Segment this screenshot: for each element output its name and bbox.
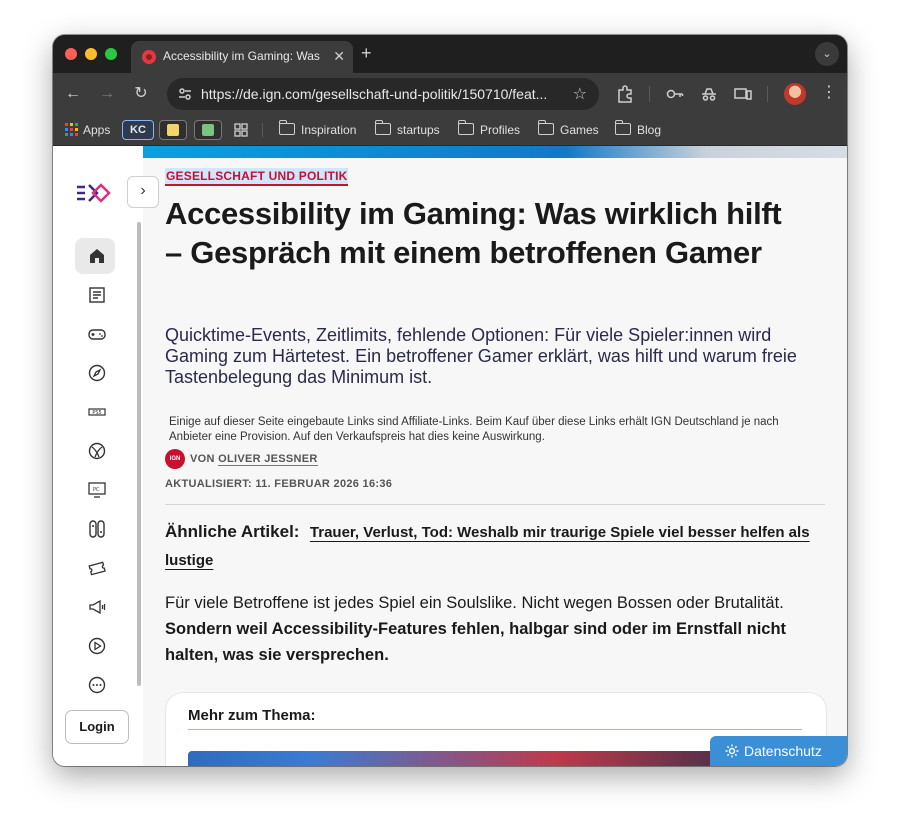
ticket-icon[interactable] <box>87 558 107 578</box>
bookmark-folder-label: startups <box>397 123 440 137</box>
category-kicker[interactable]: GESELLSCHAFT UND POLITIK <box>165 168 349 186</box>
chart-icon <box>202 124 214 136</box>
bookmark-apps[interactable]: Apps <box>65 122 110 138</box>
home-icon[interactable] <box>87 246 107 266</box>
bookmark-apps-label: Apps <box>83 123 111 137</box>
url-text[interactable]: https://de.ign.com/gesellschaft-und-poli… <box>201 86 561 102</box>
svg-text:PC: PC <box>93 487 100 493</box>
login-button[interactable]: Login <box>65 710 129 744</box>
apps-grid-icon <box>65 123 78 136</box>
byline: VON OLIVER JESSNER <box>190 453 318 466</box>
maximize-window-button[interactable] <box>105 48 117 60</box>
play-icon[interactable] <box>87 636 107 656</box>
browser-window: Accessibility im Gaming: Was wirklich hi… <box>53 35 847 766</box>
bookmark-kc[interactable]: KC <box>122 120 154 140</box>
incognito-icon[interactable] <box>699 84 719 104</box>
megaphone-icon[interactable] <box>87 597 107 617</box>
site-sidebar: › PS5 PC Login <box>53 146 159 766</box>
bookmark-folder-label: Inspiration <box>301 123 357 137</box>
bookmark-folder-inspiration[interactable]: Inspiration <box>278 120 357 138</box>
bookmark-folder-profiles[interactable]: Profiles <box>457 120 521 138</box>
news-icon[interactable] <box>87 285 107 305</box>
new-tab-button[interactable]: + <box>361 44 372 62</box>
more-on-topic-title: Mehr zum Thema: <box>188 707 316 724</box>
body-paragraph: Für viele Betroffene ist jedes Spiel ein… <box>165 594 784 612</box>
bookmark-folder-games[interactable]: Games <box>537 120 599 138</box>
bookmark-notes[interactable] <box>159 120 187 140</box>
ign-logo-icon[interactable] <box>75 182 111 204</box>
related-articles: Ähnliche Artikel: Trauer, Verlust, Tod: … <box>165 518 830 575</box>
profile-avatar[interactable] <box>784 83 806 105</box>
password-key-icon[interactable] <box>665 84 685 104</box>
tab-strip: Accessibility im Gaming: Was wirklich hi… <box>53 35 847 73</box>
privacy-label: Datenschutz <box>744 743 822 759</box>
folder-icon <box>278 120 295 135</box>
ps5-icon[interactable]: PS5 <box>87 402 107 422</box>
bookmark-folder-label: Profiles <box>480 123 521 137</box>
sidebar-scrollbar[interactable] <box>137 222 141 686</box>
bookmark-star-icon[interactable]: ☆ <box>573 84 587 104</box>
folder-icon <box>537 120 554 135</box>
folder-icon <box>374 120 391 135</box>
byline-prefix: VON <box>190 453 215 465</box>
ign-favicon-icon <box>142 50 156 64</box>
article-body: Für viele Betroffene ist jedes Spiel ein… <box>165 590 805 668</box>
bookmarks-bar: Apps KC Inspiration startups Profiles Ga… <box>53 115 847 146</box>
author-link[interactable]: OLIVER JESSNER <box>218 453 318 466</box>
extensions-puzzle-icon[interactable] <box>615 84 635 104</box>
site-settings-icon[interactable] <box>177 86 193 102</box>
back-arrow-icon[interactable]: ← <box>63 84 83 104</box>
gamepad-icon[interactable] <box>87 324 107 344</box>
device-cast-icon[interactable] <box>733 84 753 104</box>
more-icon[interactable] <box>87 675 107 695</box>
article: GESELLSCHAFT UND POLITIK Accessibility i… <box>143 146 847 766</box>
toolbar-divider <box>649 86 650 102</box>
notes-icon <box>167 124 179 136</box>
divider <box>165 504 825 505</box>
toolbar-divider <box>767 86 768 102</box>
switch-icon[interactable] <box>87 519 107 539</box>
bookmark-chart[interactable] <box>194 120 222 140</box>
active-tab[interactable]: Accessibility im Gaming: Was wirklich hi… <box>131 41 353 73</box>
folder-icon <box>457 120 474 135</box>
hero-image <box>143 146 847 158</box>
bookmark-folder-startups[interactable]: startups <box>374 120 440 138</box>
tab-close-icon[interactable]: ✕ <box>333 48 345 64</box>
close-window-button[interactable] <box>65 48 77 60</box>
tab-title: Accessibility im Gaming: Was wirklich hi… <box>163 49 323 63</box>
forward-arrow-icon[interactable]: → <box>97 84 117 104</box>
address-bar[interactable]: https://de.ign.com/gesellschaft-und-poli… <box>167 78 599 110</box>
updated-timestamp: AKTUALISIERT: 11. FEBRUAR 2026 16:36 <box>165 478 393 490</box>
bookmark-folder-label: Games <box>560 123 599 137</box>
tab-search-chevron-icon[interactable]: ⌄ <box>815 42 839 66</box>
tab-groups-grid-icon[interactable] <box>234 123 248 137</box>
xbox-icon[interactable] <box>87 441 107 461</box>
card-divider <box>188 729 802 730</box>
bookmarks-divider <box>262 123 263 137</box>
article-headline: Accessibility im Gaming: Was wirklich hi… <box>165 196 782 270</box>
privacy-settings-button[interactable]: Datenschutz <box>710 736 847 766</box>
compass-icon[interactable] <box>87 363 107 383</box>
expand-sidebar-chevron-icon[interactable]: › <box>127 176 159 208</box>
reload-icon[interactable]: ↻ <box>131 84 151 104</box>
bookmark-folder-blog[interactable]: Blog <box>614 120 662 138</box>
svg-text:PS5: PS5 <box>92 410 101 416</box>
pc-icon[interactable]: PC <box>87 480 107 500</box>
minimize-window-button[interactable] <box>85 48 97 60</box>
body-emphasis: Sondern weil Accessibility-Features fehl… <box>165 620 787 664</box>
article-deck: Quicktime-Events, Zeitlimits, fehlende O… <box>165 325 797 387</box>
page-content: › PS5 PC Login GESELLSCHAFT UND POLITIK … <box>53 146 847 766</box>
browser-toolbar: ← → ↻ https://de.ign.com/gesellschaft-un… <box>53 73 847 115</box>
related-label: Ähnliche Artikel: <box>165 522 300 541</box>
folder-icon <box>614 120 631 135</box>
affiliate-disclaimer: Einige auf dieser Seite eingebaute Links… <box>169 416 779 443</box>
gear-icon <box>725 744 739 758</box>
browser-menu-icon[interactable]: ⋮ <box>821 83 837 103</box>
author-avatar: IGN <box>165 449 185 469</box>
bookmark-folder-label: Blog <box>637 123 662 137</box>
